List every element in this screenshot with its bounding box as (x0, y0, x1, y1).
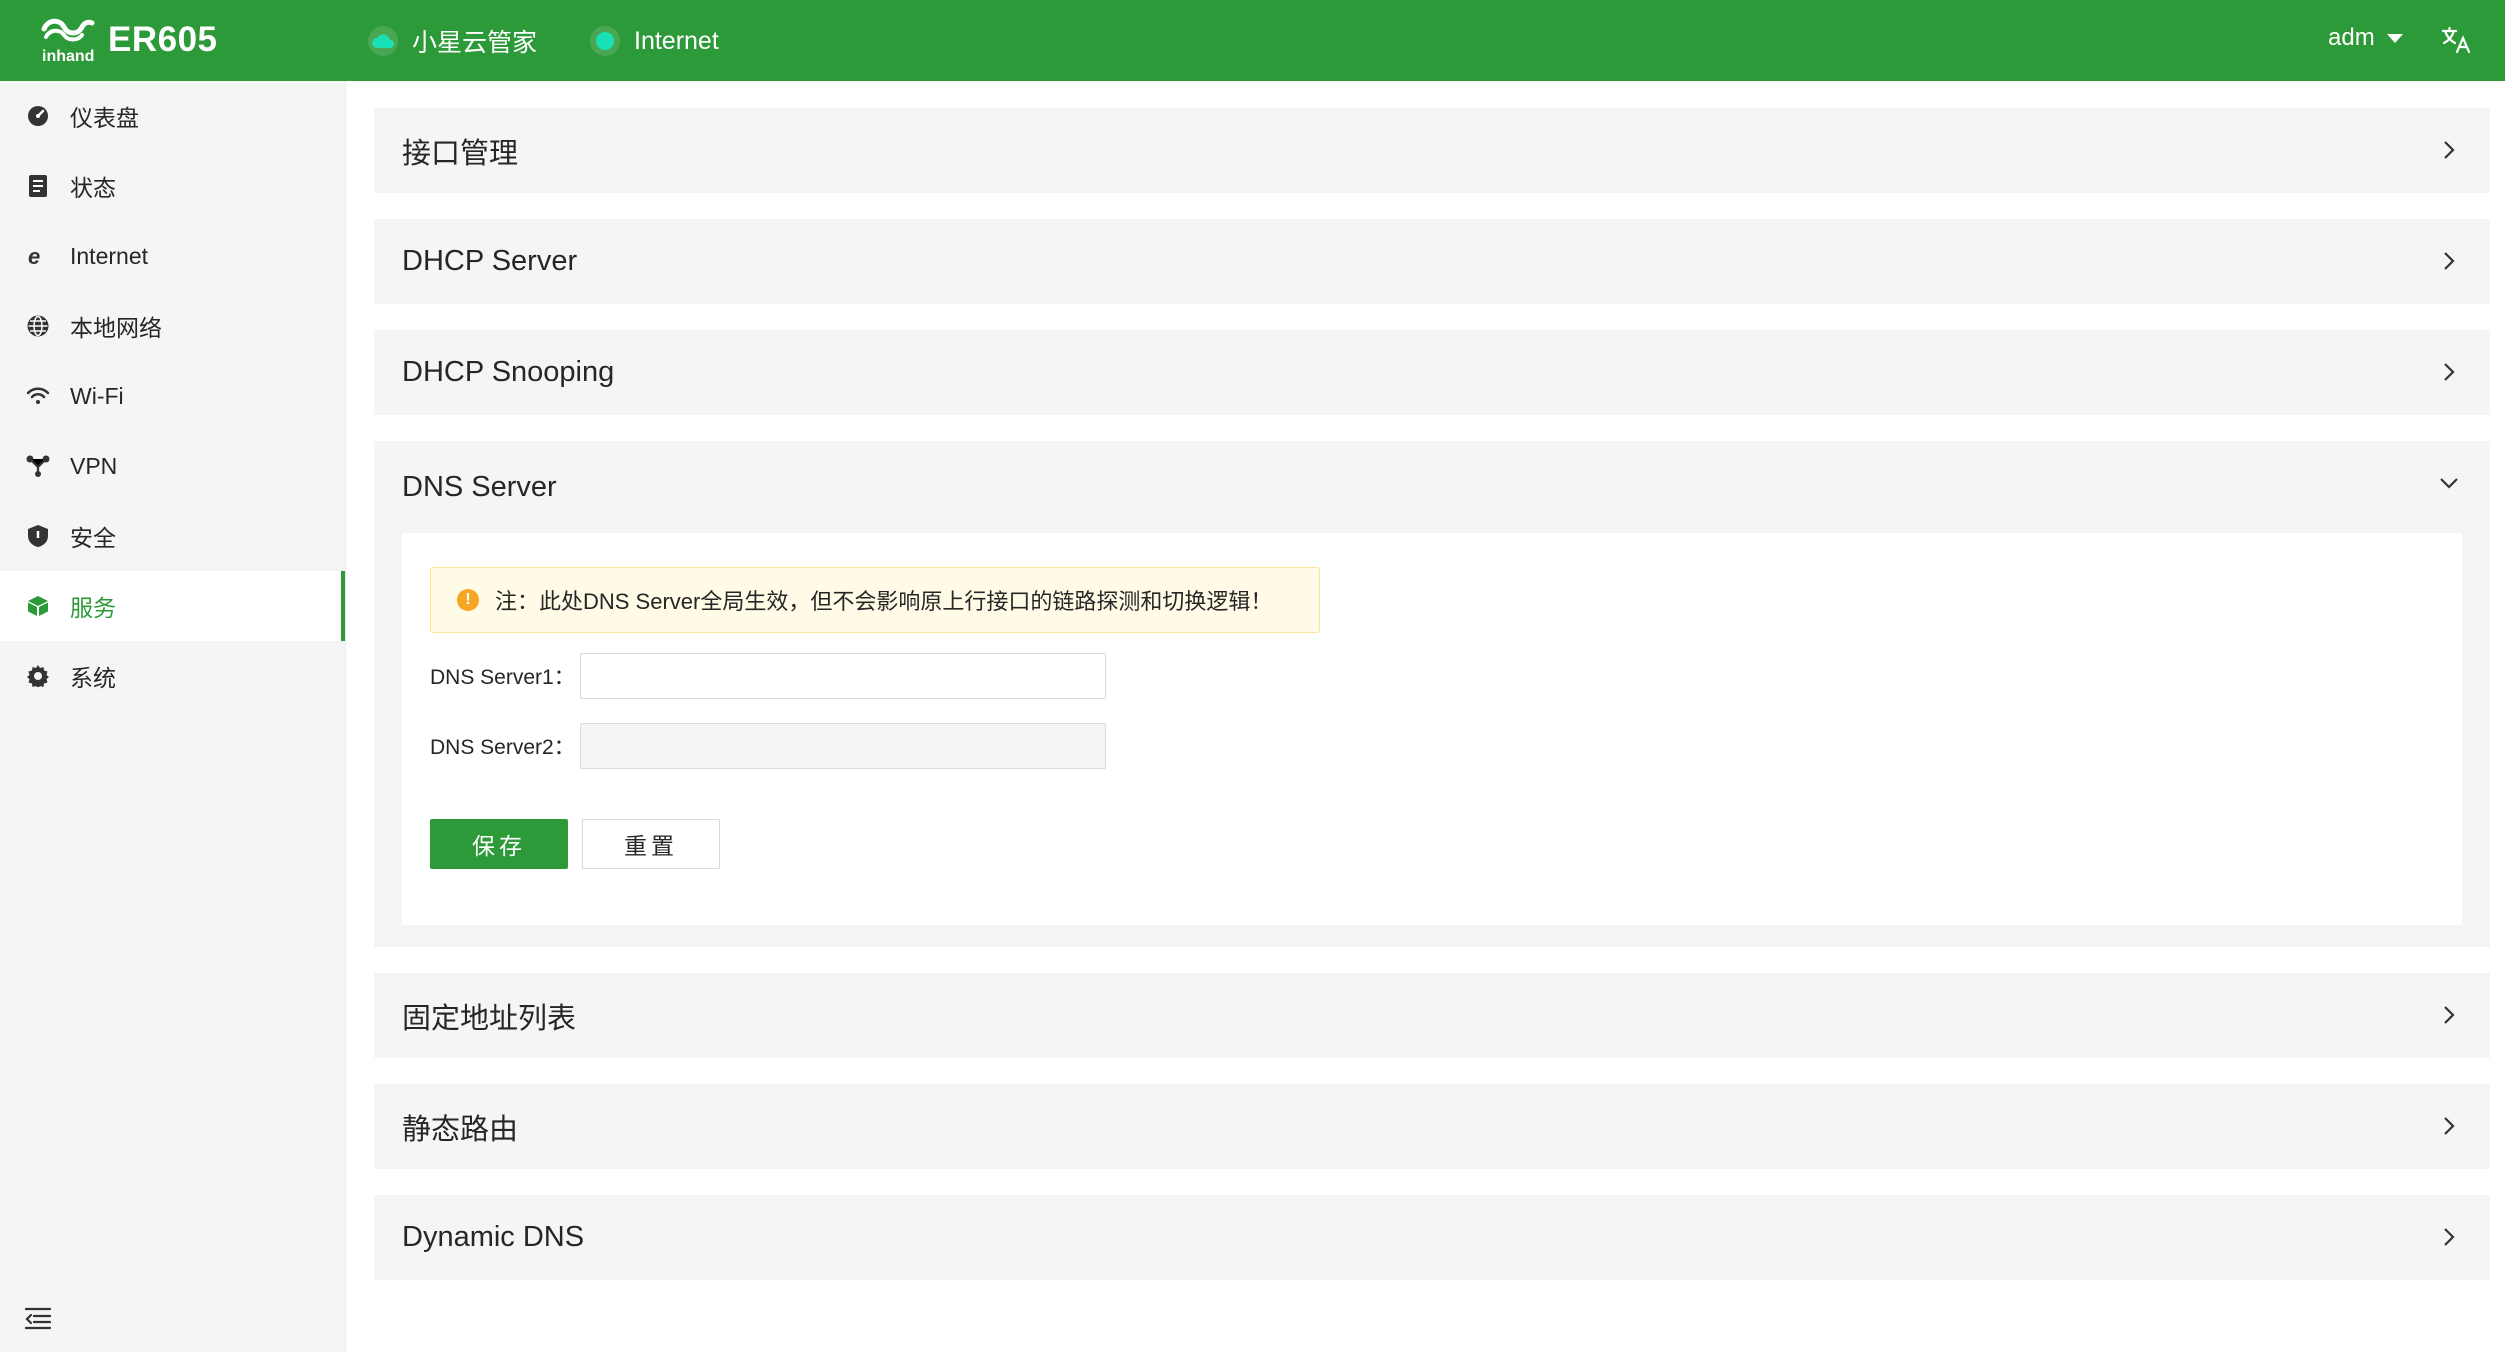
sidebar: 仪表盘 状态 e Internet 本地网络 Wi-Fi VPN 安全 服务 系… (0, 81, 346, 1352)
dns-server1-row: DNS Server1： (430, 653, 1106, 699)
sidebar-item-label: 服务 (70, 595, 116, 621)
status-icon (26, 174, 50, 198)
internet-status-label: Internet (634, 26, 719, 55)
internet-status-link[interactable]: Internet (590, 22, 719, 60)
caret-down-icon (2386, 33, 2403, 43)
gear-icon (26, 664, 50, 688)
chevron-right-icon (2444, 1228, 2455, 1246)
panel-dns-server[interactable]: DNS Server (374, 441, 2490, 533)
save-button[interactable]: 保存 (430, 819, 568, 869)
collapse-menu-icon[interactable] (24, 1306, 52, 1330)
sidebar-item-wifi[interactable]: Wi-Fi (0, 361, 345, 431)
chevron-right-icon (2444, 252, 2455, 270)
sidebar-item-label: 状态 (70, 175, 116, 201)
sidebar-item-dashboard[interactable]: 仪表盘 (0, 81, 345, 151)
language-icon[interactable] (2440, 24, 2472, 56)
panel-title: DNS Server (402, 470, 557, 503)
brand-text: inhand (42, 48, 94, 65)
sidebar-item-services[interactable]: 服务 (0, 571, 345, 641)
reset-button[interactable]: 重置 (582, 819, 720, 869)
panel-title: Dynamic DNS (402, 1221, 585, 1253)
sidebar-item-label: 安全 (70, 525, 116, 551)
panel-interface-management[interactable]: 接口管理 (374, 108, 2490, 193)
dns-server2-label: DNS Server2： (430, 736, 575, 759)
sidebar-item-system[interactable]: 系统 (0, 641, 345, 711)
panel-fixed-address-list[interactable]: 固定地址列表 (374, 973, 2490, 1058)
sidebar-item-label: 仪表盘 (70, 105, 139, 131)
cloud-manager-label: 小星云管家 (412, 29, 538, 57)
sidebar-item-label: Internet (70, 242, 148, 269)
dns-server2-row: DNS Server2： (430, 723, 1106, 769)
warning-icon: ! (457, 589, 479, 611)
sidebar-item-label: VPN (70, 452, 118, 479)
panel-title: 固定地址列表 (402, 1002, 577, 1035)
sidebar-item-vpn[interactable]: VPN (0, 431, 345, 501)
model-name: ER605 (108, 20, 218, 59)
panel-title: 静态路由 (402, 1113, 519, 1146)
dns-server-form: ! 注：此处DNS Server全局生效，但不会影响原上行接口的链路探测和切换逻… (402, 533, 2462, 925)
sidebar-item-status[interactable]: 状态 (0, 151, 345, 221)
sidebar-item-security[interactable]: 安全 (0, 501, 345, 571)
dns-notice-text: 注：此处DNS Server全局生效，但不会影响原上行接口的链路探测和切换逻辑！ (495, 589, 1273, 614)
panel-static-route[interactable]: 静态路由 (374, 1084, 2490, 1169)
cloud-manager-link[interactable]: 小星云管家 (368, 22, 537, 60)
sidebar-item-label: 本地网络 (70, 315, 162, 341)
panel-dhcp-server[interactable]: DHCP Server (374, 219, 2490, 304)
dashboard-icon (26, 104, 50, 128)
panel-title: DHCP Snooping (402, 356, 615, 388)
internet-icon: e (26, 244, 50, 268)
panel-dynamic-dns[interactable]: Dynamic DNS (374, 1195, 2490, 1280)
dns-server1-input[interactable] (580, 653, 1106, 699)
chevron-right-icon (2444, 363, 2455, 381)
svg-text:e: e (28, 245, 40, 267)
panel-title: DHCP Server (402, 245, 578, 277)
sidebar-item-label: Wi-Fi (70, 382, 124, 409)
top-bar: inhand ER605 小星云管家 Internet adm (0, 0, 2505, 81)
panel-title: 接口管理 (402, 137, 519, 170)
chevron-right-icon (2444, 1117, 2455, 1135)
sidebar-item-label: 系统 (70, 665, 116, 691)
dns-server2-input[interactable] (580, 723, 1106, 769)
shield-icon (26, 524, 50, 548)
globe-icon (26, 314, 50, 338)
cube-icon (26, 594, 50, 618)
chevron-right-icon (2444, 1006, 2455, 1024)
logo[interactable]: inhand ER605 (38, 14, 218, 66)
inhand-logo-icon: inhand (38, 15, 100, 65)
dns-server1-label: DNS Server1： (430, 666, 575, 689)
chevron-down-icon (2440, 478, 2458, 489)
panel-dns-server-expanded: DNS Server ! 注：此处DNS Server全局生效，但不会影响原上行… (374, 441, 2490, 947)
cloud-icon (368, 26, 398, 56)
user-menu[interactable]: adm (2328, 24, 2403, 52)
sidebar-item-internet[interactable]: e Internet (0, 221, 345, 291)
panel-dhcp-snooping[interactable]: DHCP Snooping (374, 330, 2490, 415)
sidebar-item-local-network[interactable]: 本地网络 (0, 291, 345, 361)
internet-status-dot-icon (590, 26, 620, 56)
main-content: 接口管理 DHCP Server DHCP Snooping DNS Serve… (374, 108, 2490, 1306)
dns-notice-banner: ! 注：此处DNS Server全局生效，但不会影响原上行接口的链路探测和切换逻… (430, 567, 1320, 633)
vpn-icon (26, 454, 50, 478)
chevron-right-icon (2444, 141, 2455, 159)
wifi-icon (26, 384, 50, 408)
user-name: adm (2328, 24, 2375, 51)
